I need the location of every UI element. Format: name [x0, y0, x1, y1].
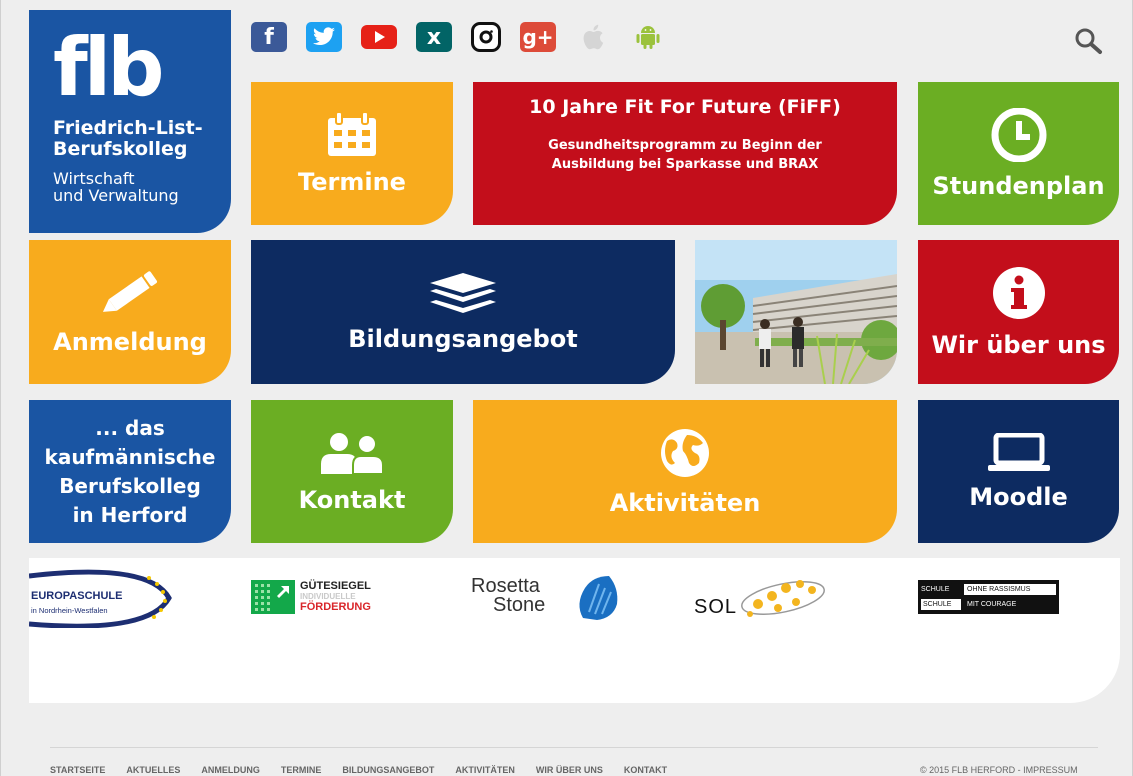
tile-termine-label: Termine	[298, 167, 406, 196]
laptop-icon	[987, 432, 1050, 471]
footer-link-aktuelles[interactable]: AKTUELLES	[126, 765, 180, 775]
tile-bildungsangebot[interactable]: Bildungsangebot	[251, 240, 675, 384]
tile-stundenplan-label: Stundenplan	[932, 171, 1105, 200]
twitter-icon[interactable]	[306, 22, 342, 52]
tile-anmeldung[interactable]: Anmeldung	[29, 240, 231, 384]
google-plus-icon[interactable]: g+	[520, 22, 556, 52]
news-subtitle: Gesundheitsprogramm zu Beginn der Ausbil…	[548, 138, 822, 172]
footer-link-startseite[interactable]: STARTSEITE	[50, 765, 105, 775]
footer-link-kontakt[interactable]: KONTAKT	[624, 765, 667, 775]
logo-subtitle: Wirtschaft und Verwaltung	[53, 169, 179, 205]
social-links: f x g+	[251, 22, 666, 54]
tile-kontakt-label: Kontakt	[298, 485, 406, 514]
tile-stundenplan[interactable]: Stundenplan	[918, 82, 1119, 225]
guetesiegel-logo[interactable]: GÜTESIEGEL INDIVIDUELLE FÖRDERUNG	[251, 580, 401, 614]
footer-copyright[interactable]: © 2015 FLB HERFORD - IMPRESSUM	[920, 765, 1078, 775]
sol-logo[interactable]: SOL	[694, 576, 844, 620]
tile-wir-ueber-uns[interactable]: Wir über uns	[918, 240, 1119, 384]
tile-anmeldung-label: Anmeldung	[53, 328, 207, 356]
campus-photo	[695, 240, 897, 384]
tagline-tile: ... das kaufmännische Berufskolleg in He…	[29, 400, 231, 543]
footer-nav: STARTSEITE AKTUELLES ANMELDUNG TERMINE B…	[50, 765, 667, 775]
tile-aktivitaeten-label: Aktivitäten	[609, 488, 761, 517]
android-icon[interactable]	[630, 22, 666, 52]
europaschule-logo[interactable]: EUROPASCHULE in Nordrhein-Westfalen	[29, 568, 174, 628]
xing-icon[interactable]: x	[416, 22, 452, 52]
logo-tile[interactable]: flb Friedrich-List- Berufskolleg Wirtsch…	[29, 10, 231, 233]
tile-moodle[interactable]: Moodle	[918, 400, 1119, 543]
logo-name: Friedrich-List- Berufskolleg	[53, 117, 203, 160]
rosetta-stone-logo[interactable]: Rosetta Stone	[471, 574, 621, 620]
news-title: 10 Jahre Fit For Future (FiFF)	[529, 96, 841, 118]
globe-icon	[661, 428, 709, 477]
partner-panel: EUROPASCHULE in Nordrhein-Westfalen GÜTE…	[29, 558, 1120, 703]
footer-link-termine[interactable]: TERMINE	[281, 765, 322, 775]
logo-mark: flb	[53, 21, 165, 114]
facebook-icon[interactable]: f	[251, 22, 287, 52]
tile-termine[interactable]: Termine	[251, 82, 453, 225]
tile-wir-ueber-uns-label: Wir über uns	[931, 331, 1106, 359]
layers-icon	[430, 273, 496, 313]
tagline-line-4: in Herford	[72, 502, 188, 527]
footer-link-bildungsangebot[interactable]: BILDUNGSANGEBOT	[342, 765, 434, 775]
footer-link-wir-ueber-uns[interactable]: WIR ÜBER UNS	[536, 765, 603, 775]
tagline-line-2: kaufmännische	[44, 444, 216, 469]
info-icon	[992, 267, 1045, 319]
tile-kontakt[interactable]: Kontakt	[251, 400, 453, 543]
apple-icon[interactable]	[575, 22, 611, 52]
footer-divider	[50, 747, 1098, 748]
instagram-icon[interactable]	[471, 22, 501, 52]
pencil-icon	[102, 271, 157, 312]
tile-aktivitaeten[interactable]: Aktivitäten	[473, 400, 897, 543]
users-icon	[321, 432, 384, 475]
tile-moodle-label: Moodle	[969, 482, 1068, 511]
tagline-line-3: Berufskolleg	[59, 473, 201, 498]
tagline-line-1: ... das	[95, 415, 165, 440]
tile-bildungsangebot-label: Bildungsangebot	[348, 325, 578, 353]
footer-link-anmeldung[interactable]: ANMELDUNG	[201, 765, 260, 775]
clock-icon	[991, 107, 1046, 162]
youtube-icon[interactable]	[361, 25, 397, 49]
search-icon[interactable]	[1074, 27, 1104, 55]
tile-news[interactable]: 10 Jahre Fit For Future (FiFF) Gesundhei…	[473, 82, 897, 225]
schule-ohne-rassismus-logo[interactable]: SCHULE OHNE RASSISMUS SCHULE MIT COURAGE	[918, 580, 1059, 614]
calendar-icon	[328, 111, 376, 156]
footer-link-aktivitaeten[interactable]: AKTIVITÄTEN	[455, 765, 515, 775]
